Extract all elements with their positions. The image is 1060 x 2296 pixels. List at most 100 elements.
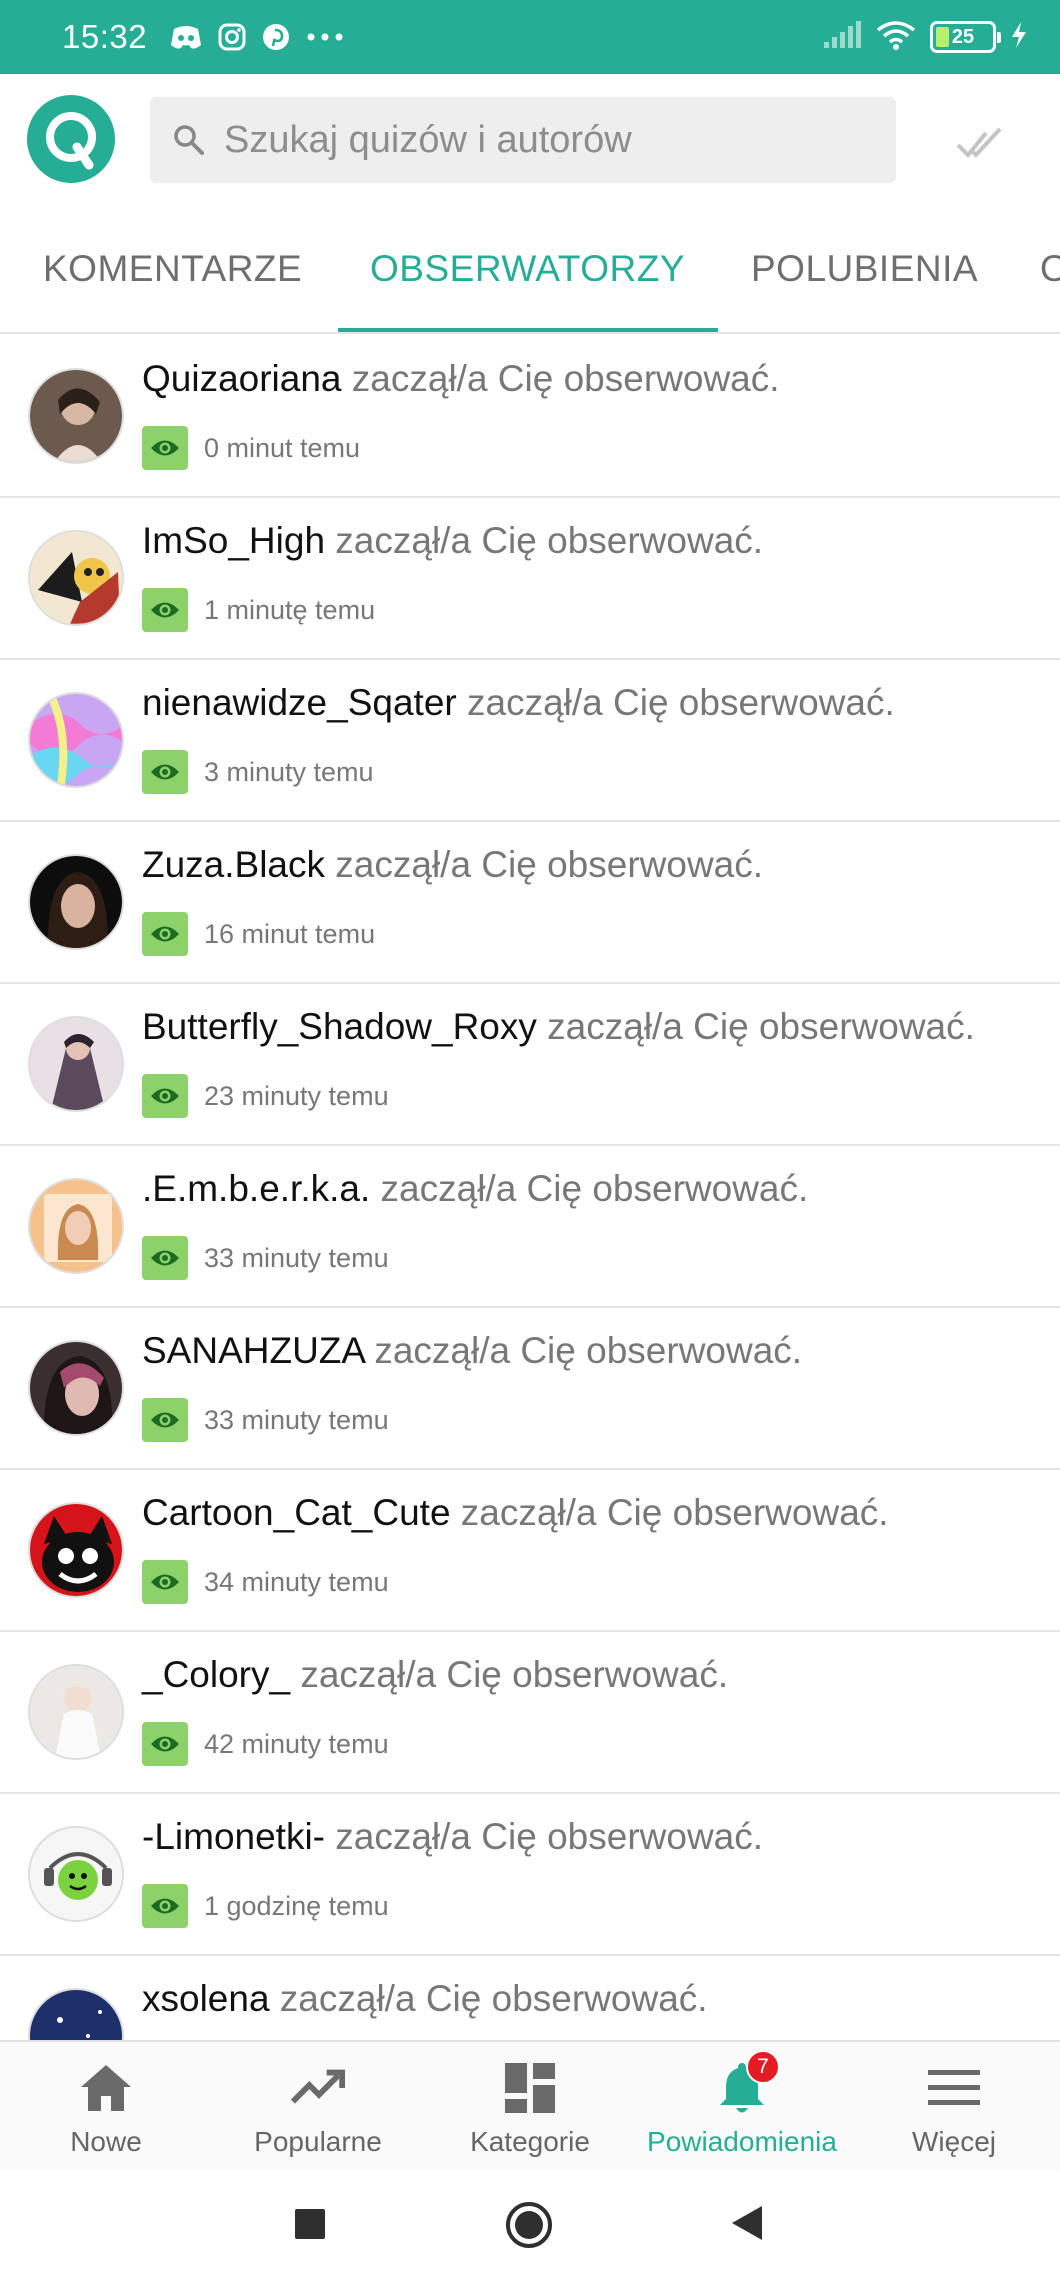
- list-item[interactable]: .E.m.b.e.r.k.a. zaczął/a Cię obserwować.…: [0, 1146, 1060, 1308]
- list-item[interactable]: _Colory_ zaczął/a Cię obserwować. 42 min…: [0, 1632, 1060, 1794]
- action-text: zaczął/a Cię obserwować.: [364, 1330, 803, 1371]
- nav-label: Więcej: [911, 2126, 996, 2157]
- list-item[interactable]: xsolena zaczął/a Cię obserwować.: [0, 1956, 1060, 2040]
- avatar[interactable]: [28, 854, 124, 950]
- instagram-icon: [217, 22, 247, 52]
- bottom-navigation: Nowe Popularne Kategorie 7 Powiadomienia…: [0, 2040, 1060, 2170]
- system-navigation-bar: [0, 2170, 1060, 2296]
- app-logo[interactable]: [27, 95, 115, 183]
- username[interactable]: _Colory_: [142, 1654, 290, 1695]
- search-icon: [174, 125, 204, 155]
- circle-icon: [506, 2202, 552, 2248]
- list-item[interactable]: nienawidze_Sqater zaczął/a Cię obserwowa…: [0, 660, 1060, 822]
- username[interactable]: .E.m.b.e.r.k.a.: [142, 1168, 370, 1209]
- avatar[interactable]: [28, 1178, 124, 1274]
- eye-icon: [142, 912, 188, 956]
- action-text: zaczął/a Cię obserwować.: [370, 1168, 809, 1209]
- eye-icon: [142, 588, 188, 632]
- nav-nowe[interactable]: Nowe: [0, 2042, 212, 2172]
- username[interactable]: -Limonetki-: [142, 1816, 325, 1857]
- action-text: zaczął/a Cię obserwować.: [269, 1978, 708, 2019]
- back-button[interactable]: [730, 2204, 764, 2247]
- list-item[interactable]: -Limonetki- zaczął/a Cię obserwować. 1 g…: [0, 1794, 1060, 1956]
- discord-icon: [169, 23, 203, 51]
- status-app-icons: [169, 22, 345, 52]
- avatar[interactable]: [28, 1340, 124, 1436]
- avatar[interactable]: [28, 1826, 124, 1922]
- status-system-icons: 25: [822, 20, 1028, 55]
- eye-icon: [142, 750, 188, 794]
- triangle-back-icon: [732, 2206, 762, 2240]
- action-text: zaczął/a Cię obserwować.: [450, 1492, 889, 1533]
- search-input[interactable]: [224, 118, 844, 162]
- timestamp: 42 minuty temu: [204, 1728, 389, 1759]
- nav-powiadomienia[interactable]: 7 Powiadomienia: [636, 2042, 848, 2172]
- avatar[interactable]: [28, 530, 124, 626]
- username[interactable]: SANAHZUZA: [142, 1330, 364, 1371]
- status-time: 15:32: [62, 18, 148, 55]
- recent-apps-button[interactable]: [294, 2208, 326, 2245]
- timestamp: 0 minut temu: [204, 432, 361, 463]
- home-icon: [78, 2060, 134, 2116]
- timestamp: 33 minuty temu: [204, 1242, 389, 1273]
- avatar[interactable]: [28, 1988, 124, 2040]
- eye-icon: [142, 1074, 188, 1118]
- action-text: zaczął/a Cię obserwować.: [536, 1006, 975, 1047]
- eye-icon: [142, 1398, 188, 1442]
- notification-tabs: KOMENTARZE OBSERWATORZY POLUBIENIA O: [0, 204, 1060, 334]
- username[interactable]: Butterfly_Shadow_Roxy: [142, 1006, 537, 1047]
- nav-popularne[interactable]: Popularne: [212, 2042, 424, 2172]
- username[interactable]: nienawidze_Sqater: [142, 682, 457, 723]
- nav-label: Kategorie: [470, 2126, 590, 2157]
- timestamp: 3 minuty temu: [204, 756, 374, 787]
- timestamp: 33 minuty temu: [204, 1404, 389, 1435]
- avatar[interactable]: [28, 1502, 124, 1598]
- list-item[interactable]: Butterfly_Shadow_Roxy zaczął/a Cię obser…: [0, 984, 1060, 1146]
- wifi-icon: [876, 20, 916, 55]
- nav-label: Powiadomienia: [647, 2126, 837, 2157]
- avatar[interactable]: [28, 1664, 124, 1760]
- bell-icon: 7: [714, 2050, 780, 2116]
- username[interactable]: Cartoon_Cat_Cute: [142, 1492, 451, 1533]
- username[interactable]: ImSo_High: [142, 520, 325, 561]
- tab-obserwatorzy[interactable]: OBSERWATORZY: [370, 204, 685, 332]
- username[interactable]: Quizaoriana: [142, 358, 342, 399]
- nav-wiecej[interactable]: Więcej: [848, 2042, 1060, 2172]
- eye-icon: [142, 1560, 188, 1604]
- notification-list: Quizaoriana zaczął/a Cię obserwować. 0 m…: [0, 336, 1060, 2040]
- list-item[interactable]: SANAHZUZA zaczął/a Cię obserwować. 33 mi…: [0, 1308, 1060, 1470]
- app-header: [0, 74, 1060, 204]
- search-bar[interactable]: [150, 97, 896, 183]
- battery-icon: 25: [930, 21, 1001, 53]
- action-text: zaczął/a Cię obserwować.: [325, 844, 764, 885]
- mark-all-read-button[interactable]: [955, 118, 1005, 168]
- avatar[interactable]: [28, 368, 124, 464]
- menu-icon: [926, 2060, 982, 2116]
- list-item[interactable]: Cartoon_Cat_Cute zaczął/a Cię obserwować…: [0, 1470, 1060, 1632]
- nav-label: Nowe: [70, 2126, 142, 2157]
- timestamp: 1 godzinę temu: [204, 1890, 389, 1921]
- tab-overflow[interactable]: O: [1040, 204, 1060, 332]
- nav-kategorie[interactable]: Kategorie: [424, 2042, 636, 2172]
- avatar[interactable]: [28, 692, 124, 788]
- tab-polubienia[interactable]: POLUBIENIA: [751, 204, 978, 332]
- eye-icon: [142, 1236, 188, 1280]
- eye-icon: [142, 426, 188, 470]
- list-item[interactable]: ImSo_High zaczął/a Cię obserwować. 1 min…: [0, 498, 1060, 660]
- list-item[interactable]: Zuza.Black zaczął/a Cię obserwować. 16 m…: [0, 822, 1060, 984]
- eye-icon: [142, 1884, 188, 1928]
- pinterest-icon: [261, 22, 291, 52]
- timestamp: 34 minuty temu: [204, 1566, 389, 1597]
- signal-icon: [822, 20, 862, 55]
- username[interactable]: Zuza.Black: [142, 844, 325, 885]
- username[interactable]: xsolena: [142, 1978, 270, 2019]
- nav-label: Popularne: [254, 2126, 382, 2157]
- list-item[interactable]: Quizaoriana zaczął/a Cię obserwować. 0 m…: [0, 336, 1060, 498]
- home-button[interactable]: [504, 2200, 554, 2255]
- more-dots-icon: [305, 32, 345, 42]
- avatar[interactable]: [28, 1016, 124, 1112]
- timestamp: 16 minut temu: [204, 918, 376, 949]
- action-text: zaczął/a Cię obserwować.: [341, 358, 780, 399]
- tab-komentarze[interactable]: KOMENTARZE: [43, 204, 302, 332]
- action-text: zaczął/a Cię obserwować.: [325, 1816, 764, 1857]
